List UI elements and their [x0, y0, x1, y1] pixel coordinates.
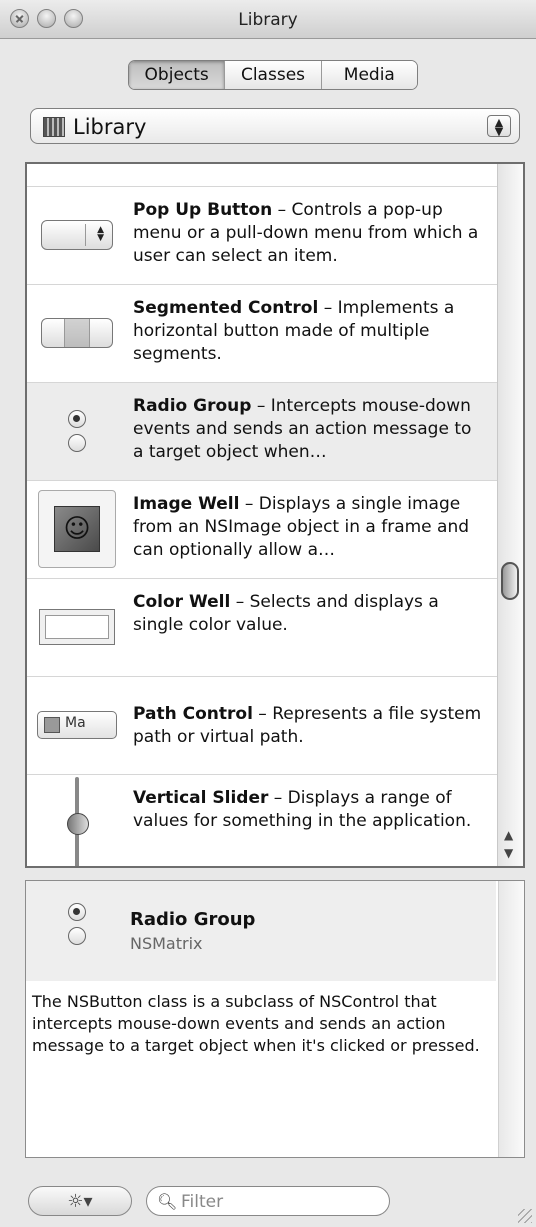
library-icon	[43, 117, 65, 137]
item-name: Pop Up Button	[133, 200, 273, 220]
radio-group-icon	[33, 391, 121, 471]
library-popup-label: Library	[73, 115, 147, 139]
tab-classes[interactable]: Classes	[225, 61, 322, 89]
gear-icon: ☼▾	[67, 1190, 93, 1212]
list-item-vertical-slider[interactable]: Vertical Slider – Displays a range of va…	[27, 775, 497, 866]
path-control-icon-text: Ma	[65, 715, 86, 731]
filter-field[interactable]: 🔍︎	[146, 1186, 390, 1216]
detail-scrollbar[interactable]	[498, 881, 524, 1157]
window-title: Library	[238, 10, 298, 30]
list-item-pop-up-button[interactable]: ▲ ▼ Pop Up Button – Controls a pop-up men…	[27, 187, 497, 285]
detail-class: NSMatrix	[130, 934, 203, 953]
radio-group-icon	[68, 903, 86, 945]
item-name: Path Control	[133, 704, 253, 724]
scroll-up-arrow-icon[interactable]: ▲	[504, 828, 513, 842]
item-name: Segmented Control	[133, 298, 319, 318]
gear-menu-button[interactable]: ☼▾	[28, 1186, 132, 1216]
scroll-down-arrow-icon[interactable]: ▼	[504, 846, 513, 860]
scroll-thumb[interactable]	[501, 562, 519, 600]
list-item-radio-group[interactable]: Radio Group – Intercepts mouse-down even…	[27, 383, 497, 481]
resize-grip-icon[interactable]	[518, 1209, 532, 1223]
detail-pane: Radio Group NSMatrix The NSButton class …	[25, 880, 525, 1158]
image-well-icon: ☺	[33, 489, 121, 569]
item-name: Vertical Slider	[133, 788, 269, 808]
filter-input[interactable]	[179, 1190, 383, 1214]
detail-description: The NSButton class is a subclass of NSCo…	[32, 992, 480, 1055]
popup-button-icon: ▲ ▼	[33, 195, 121, 275]
library-tabs: Objects Classes Media	[128, 60, 418, 90]
list-item-color-well[interactable]: Color Well – Selects and displays a sing…	[27, 579, 497, 677]
item-name: Image Well	[133, 494, 240, 514]
detail-name: Radio Group	[130, 909, 256, 930]
search-icon: 🔍︎	[157, 1192, 178, 1211]
item-name: Color Well	[133, 592, 231, 612]
color-well-icon	[33, 587, 121, 667]
segmented-control-icon	[33, 293, 121, 373]
library-popup[interactable]: Library ▲ ▼	[30, 108, 520, 144]
path-control-icon: Ma	[33, 685, 121, 765]
object-list[interactable]: ▲ ▼ Pop Up Button – Controls a pop-up men…	[25, 162, 525, 868]
list-scrollbar[interactable]: ▲ ▼	[497, 164, 523, 866]
title-bar: Library	[0, 0, 536, 39]
list-item-partial	[27, 164, 497, 187]
vertical-slider-icon	[33, 777, 121, 866]
list-item-image-well[interactable]: ☺ Image Well – Displays a single image f…	[27, 481, 497, 579]
tab-objects[interactable]: Objects	[129, 61, 226, 89]
bottom-bar: ☼▾ 🔍︎	[0, 1168, 536, 1227]
list-item-segmented-control[interactable]: Segmented Control – Implements a horizon…	[27, 285, 497, 383]
detail-header: Radio Group NSMatrix	[26, 881, 496, 981]
item-name: Radio Group	[133, 396, 252, 416]
popup-stepper-icon: ▲ ▼	[487, 115, 511, 137]
tab-media[interactable]: Media	[321, 61, 417, 89]
list-item-path-control[interactable]: Ma Path Control – Represents a file syst…	[27, 677, 497, 775]
